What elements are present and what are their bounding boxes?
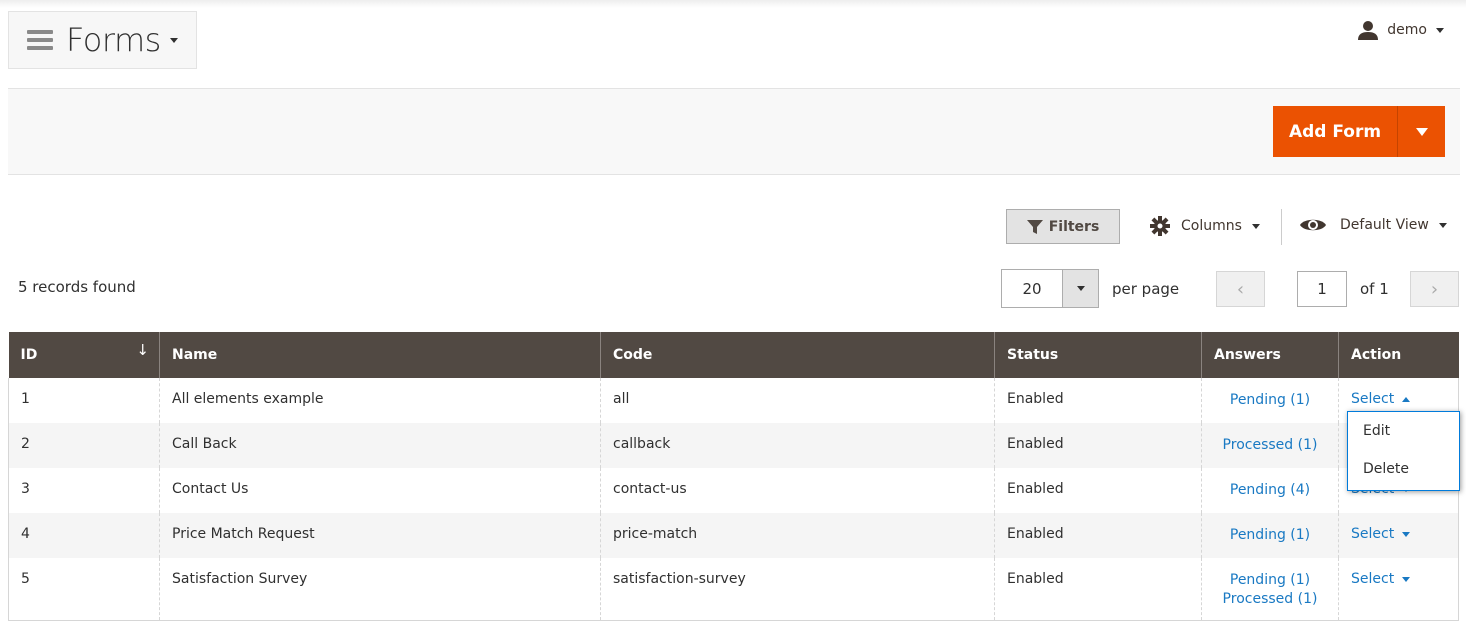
add-form-button[interactable]: Add Form — [1273, 106, 1445, 157]
cell-name: All elements example — [159, 378, 601, 423]
chevron-down-icon — [1436, 27, 1444, 33]
top-bar — [0, 0, 1466, 8]
cell-id: 1 — [8, 378, 160, 423]
chevron-left-icon: ‹ — [1236, 278, 1245, 300]
action-dropdown-menu: Edit Delete — [1347, 411, 1460, 491]
caret-down-icon — [1402, 531, 1411, 537]
cell-status: Enabled — [994, 423, 1202, 468]
chevron-down-icon — [169, 37, 178, 43]
user-menu[interactable]: demo — [1357, 20, 1444, 40]
cell-id: 2 — [8, 423, 160, 468]
view-label: Default View — [1340, 217, 1429, 233]
per-page-label: per page — [1112, 280, 1180, 298]
sort-arrow-icon: ↓ — [136, 341, 149, 359]
action-select-label: Select — [1351, 571, 1395, 587]
table-row: 2 Call Back callback Enabled Processed (… — [8, 423, 1459, 468]
gear-icon — [1150, 216, 1170, 236]
cell-code: satisfaction-survey — [600, 558, 995, 621]
page-title-switcher[interactable]: Forms — [8, 11, 197, 69]
page-input[interactable]: 1 — [1297, 271, 1347, 307]
per-page-value: 20 — [1002, 270, 1063, 307]
table-row: 3 Contact Us contact-us Enabled Pending … — [8, 468, 1459, 513]
page-title: Forms — [66, 21, 161, 59]
forms-grid: ID ↓ Name Code Status Answers Action 1 Al… — [8, 332, 1459, 621]
menu-item-edit[interactable]: Edit — [1348, 412, 1459, 450]
columns-label: Columns — [1181, 218, 1242, 234]
eye-icon — [1300, 219, 1326, 231]
action-select[interactable]: Select — [1351, 391, 1411, 407]
cell-code: callback — [600, 423, 995, 468]
column-header-id[interactable]: ID ↓ — [8, 332, 160, 378]
per-page-select[interactable]: 20 — [1001, 269, 1099, 308]
cell-name: Satisfaction Survey — [159, 558, 601, 621]
chevron-down-icon — [1251, 223, 1260, 229]
columns-button[interactable]: Columns — [1150, 216, 1260, 236]
chevron-right-icon: › — [1430, 278, 1439, 300]
cell-answers: Pending (1) — [1201, 378, 1339, 423]
cell-code: contact-us — [600, 468, 995, 513]
cell-id: 4 — [8, 513, 160, 558]
table-row: 5 Satisfaction Survey satisfaction-surve… — [8, 558, 1459, 621]
menu-icon — [27, 30, 53, 50]
cell-id: 5 — [8, 558, 160, 621]
page-count: of 1 — [1360, 280, 1389, 298]
table-row: 1 All elements example all Enabled Pendi… — [8, 378, 1459, 423]
cell-id: 3 — [8, 468, 160, 513]
answers-link[interactable]: Processed (1) — [1223, 591, 1318, 607]
toolbar-divider — [1281, 209, 1282, 245]
column-header-name[interactable]: Name — [159, 332, 601, 378]
page-actions: Add Form — [8, 88, 1460, 175]
caret-down-icon — [1415, 127, 1428, 136]
cell-status: Enabled — [994, 513, 1202, 558]
add-form-label[interactable]: Add Form — [1273, 106, 1398, 157]
column-header-status[interactable]: Status — [994, 332, 1202, 378]
cell-action: Select — [1338, 558, 1459, 621]
username: demo — [1387, 22, 1427, 38]
action-select[interactable]: Select — [1351, 571, 1411, 587]
cell-status: Enabled — [994, 468, 1202, 513]
action-select-label: Select — [1351, 526, 1395, 542]
view-switcher[interactable]: Default View — [1299, 216, 1447, 234]
column-header-answers: Answers — [1201, 332, 1339, 378]
answers-link[interactable]: Pending (1) — [1230, 527, 1310, 543]
answers-link[interactable]: Pending (4) — [1230, 482, 1310, 498]
per-page-toggle[interactable] — [1063, 270, 1098, 307]
caret-down-icon — [1076, 286, 1085, 291]
filters-button[interactable]: Filters — [1006, 209, 1120, 244]
menu-item-delete[interactable]: Delete — [1348, 450, 1459, 488]
cell-status: Enabled — [994, 558, 1202, 621]
filter-icon — [1026, 219, 1043, 234]
cell-answers: Pending (1) Processed (1) — [1201, 558, 1339, 621]
next-page-button[interactable]: › — [1410, 271, 1459, 307]
answers-link[interactable]: Pending (1) — [1230, 572, 1310, 588]
cell-name: Call Back — [159, 423, 601, 468]
records-found: 5 records found — [18, 278, 136, 296]
answers-link[interactable]: Processed (1) — [1223, 437, 1318, 453]
answers-link[interactable]: Pending (1) — [1230, 392, 1310, 408]
action-select[interactable]: Select — [1351, 526, 1411, 542]
action-select-label: Select — [1351, 391, 1395, 407]
cell-status: Enabled — [994, 378, 1202, 423]
caret-down-icon — [1402, 576, 1411, 582]
cell-code: all — [600, 378, 995, 423]
cell-action: Select — [1338, 513, 1459, 558]
add-form-split-toggle[interactable] — [1398, 106, 1445, 157]
cell-code: price-match — [600, 513, 995, 558]
prev-page-button[interactable]: ‹ — [1216, 271, 1265, 307]
table-row: 4 Price Match Request price-match Enable… — [8, 513, 1459, 558]
cell-name: Contact Us — [159, 468, 601, 513]
chevron-down-icon — [1438, 222, 1447, 228]
filters-label: Filters — [1048, 218, 1100, 235]
cell-name: Price Match Request — [159, 513, 601, 558]
cell-answers: Processed (1) — [1201, 423, 1339, 468]
caret-up-icon — [1402, 396, 1411, 402]
user-icon — [1358, 21, 1379, 40]
cell-answers: Pending (4) — [1201, 468, 1339, 513]
column-header-code[interactable]: Code — [600, 332, 995, 378]
column-header-action: Action — [1338, 332, 1459, 378]
cell-answers: Pending (1) — [1201, 513, 1339, 558]
